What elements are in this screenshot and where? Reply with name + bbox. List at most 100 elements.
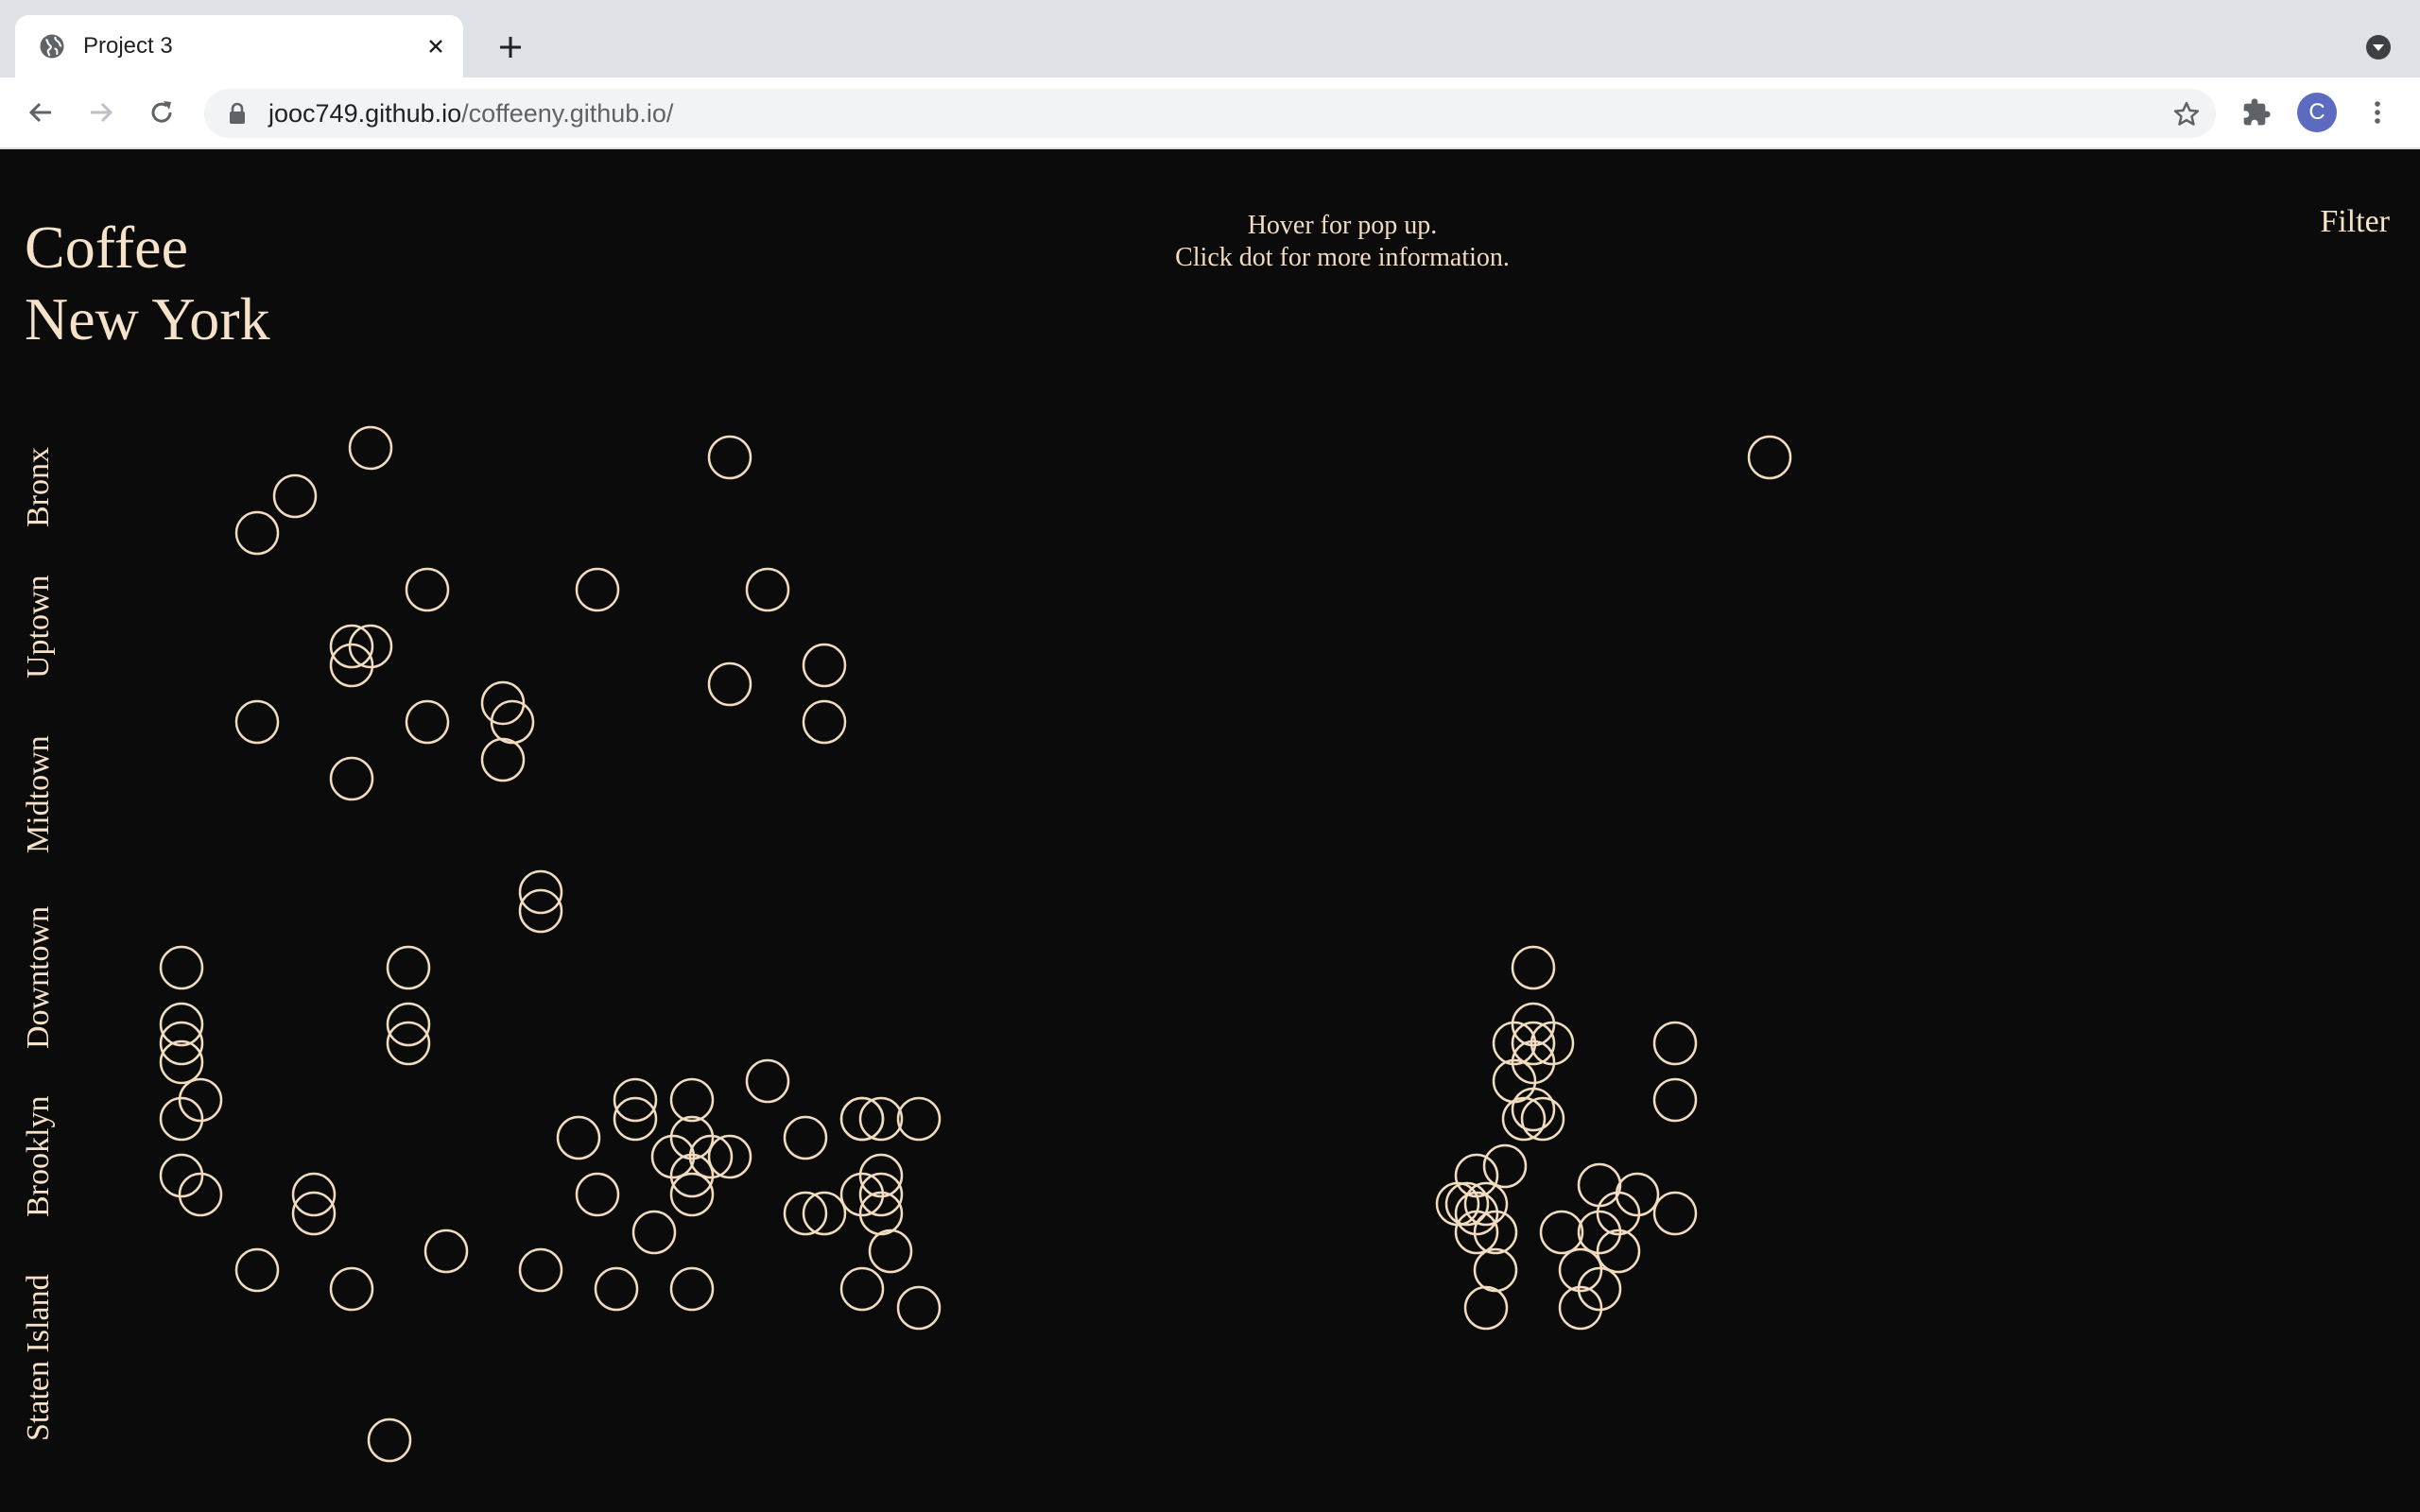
coffee-shop-dot[interactable]	[159, 1096, 204, 1142]
coffee-shop-dot[interactable]	[1577, 1210, 1622, 1255]
coffee-shop-dot[interactable]	[669, 1077, 715, 1123]
coffee-shop-dot[interactable]	[1473, 1210, 1518, 1255]
coffee-shop-dot[interactable]	[839, 1266, 885, 1312]
coffee-shop-dot[interactable]	[159, 1021, 204, 1066]
coffee-shop-dot[interactable]	[329, 624, 374, 669]
avatar[interactable]: C	[2297, 93, 2337, 132]
forward-icon[interactable]	[83, 94, 119, 130]
coffee-shop-dot[interactable]	[594, 1266, 639, 1312]
coffee-shop-dot[interactable]	[745, 567, 790, 612]
coffee-shop-dot[interactable]	[367, 1418, 412, 1463]
coffee-shop-dot[interactable]	[575, 567, 620, 612]
coffee-shop-dot[interactable]	[858, 1096, 904, 1142]
tab-search-icon[interactable]	[2358, 30, 2399, 64]
coffee-shop-dot[interactable]	[1747, 435, 1792, 480]
browser-tab[interactable]: Project 3	[15, 15, 463, 77]
coffee-shop-dot[interactable]	[650, 1134, 696, 1179]
coffee-shop-dot[interactable]	[802, 643, 847, 688]
close-icon[interactable]	[420, 30, 452, 62]
coffee-shop-dot[interactable]	[802, 1191, 847, 1236]
coffee-shop-dot[interactable]	[1652, 1021, 1698, 1066]
coffee-shop-dot[interactable]	[669, 1266, 715, 1312]
coffee-shop-dot[interactable]	[613, 1077, 658, 1123]
coffee-shop-dot[interactable]	[669, 1153, 715, 1198]
coffee-shop-dot[interactable]	[291, 1191, 337, 1236]
coffee-shop-dot[interactable]	[896, 1096, 942, 1142]
coffee-shop-dot[interactable]	[386, 1002, 431, 1047]
coffee-shop-dot[interactable]	[234, 1247, 280, 1293]
coffee-shop-dot[interactable]	[896, 1285, 942, 1331]
coffee-shop-dot[interactable]	[1511, 1040, 1556, 1085]
coffee-shop-dot[interactable]	[1454, 1210, 1499, 1255]
coffee-shop-dot[interactable]	[234, 699, 280, 745]
coffee-shop-dot[interactable]	[518, 869, 563, 915]
coffee-shop-dot[interactable]	[783, 1191, 828, 1236]
plus-icon[interactable]	[490, 28, 531, 66]
coffee-shop-dot[interactable]	[707, 1134, 752, 1179]
coffee-shop-dot[interactable]	[1501, 1096, 1547, 1142]
coffee-shop-dot[interactable]	[1511, 945, 1556, 990]
coffee-shop-dot[interactable]	[291, 1172, 337, 1217]
coffee-shop-dot[interactable]	[234, 510, 280, 556]
coffee-shop-dot[interactable]	[1596, 1191, 1641, 1236]
coffee-shop-dot[interactable]	[669, 1115, 715, 1160]
coffee-shop-dot[interactable]	[518, 1247, 563, 1293]
coffee-shop-dot[interactable]	[178, 1077, 223, 1123]
coffee-shop-dot[interactable]	[575, 1172, 620, 1217]
coffee-shop-dot[interactable]	[480, 737, 526, 782]
coffee-shop-dot[interactable]	[348, 624, 393, 669]
coffee-shop-dot[interactable]	[858, 1172, 904, 1217]
coffee-shop-dot[interactable]	[1558, 1247, 1603, 1293]
coffee-shop-dot[interactable]	[707, 662, 752, 707]
coffee-shop-dot[interactable]	[839, 1096, 885, 1142]
coffee-shop-dot[interactable]	[1511, 1002, 1556, 1047]
coffee-shop-dot[interactable]	[1473, 1247, 1518, 1293]
coffee-shop-dot[interactable]	[272, 473, 318, 519]
coffee-shop-dot[interactable]	[868, 1228, 913, 1274]
coffee-shop-dot[interactable]	[707, 435, 752, 480]
coffee-shop-dot[interactable]	[1652, 1077, 1698, 1123]
coffee-shop-dot[interactable]	[1492, 1058, 1537, 1104]
coffee-shop-dot[interactable]	[858, 1191, 904, 1236]
coffee-shop-dot[interactable]	[405, 699, 450, 745]
coffee-shop-dot[interactable]	[405, 567, 450, 612]
coffee-shop-dot[interactable]	[1482, 1143, 1528, 1189]
coffee-shop-dot[interactable]	[159, 1002, 204, 1047]
coffee-shop-dot[interactable]	[1454, 1153, 1499, 1198]
reload-icon[interactable]	[144, 94, 180, 130]
coffee-shop-dot[interactable]	[802, 699, 847, 745]
coffee-shop-dot[interactable]	[178, 1172, 223, 1217]
coffee-shop-dot[interactable]	[386, 945, 431, 990]
coffee-shop-dot[interactable]	[1558, 1285, 1603, 1331]
coffee-shop-dot[interactable]	[745, 1058, 790, 1104]
coffee-shop-dot[interactable]	[1530, 1021, 1575, 1066]
coffee-shop-dot[interactable]	[424, 1228, 469, 1274]
puzzle-icon[interactable]	[2238, 94, 2274, 130]
coffee-shop-dot[interactable]	[1615, 1172, 1660, 1217]
coffee-shop-dot[interactable]	[1444, 1181, 1490, 1227]
coffee-shop-dot[interactable]	[329, 1266, 374, 1312]
coffee-shop-dot[interactable]	[386, 1021, 431, 1066]
coffee-shop-dot[interactable]	[1577, 1266, 1622, 1312]
more-icon[interactable]	[2360, 94, 2395, 130]
coffee-shop-dot[interactable]	[1596, 1228, 1641, 1274]
coffee-shop-dot[interactable]	[688, 1134, 734, 1179]
coffee-shop-dot[interactable]	[1511, 1087, 1556, 1132]
address-bar[interactable]: jooc749.github.io/coffeeny.github.io/	[204, 89, 2216, 138]
coffee-shop-dot[interactable]	[329, 643, 374, 688]
coffee-shop-dot[interactable]	[858, 1153, 904, 1198]
back-icon[interactable]	[23, 94, 59, 130]
coffee-shop-dot[interactable]	[556, 1115, 601, 1160]
coffee-shop-dot[interactable]	[1652, 1191, 1698, 1236]
coffee-shop-dot[interactable]	[783, 1115, 828, 1160]
star-icon[interactable]	[2172, 100, 2201, 129]
coffee-shop-dot[interactable]	[1577, 1162, 1622, 1208]
coffee-shop-dot[interactable]	[839, 1172, 885, 1217]
coffee-shop-dot[interactable]	[1539, 1210, 1584, 1255]
coffee-shop-dot[interactable]	[159, 1040, 204, 1085]
coffee-shop-dot[interactable]	[613, 1096, 658, 1142]
coffee-shop-dot[interactable]	[518, 888, 563, 934]
coffee-shop-dot[interactable]	[1511, 1021, 1556, 1066]
coffee-shop-dot[interactable]	[348, 425, 393, 471]
coffee-shop-dot[interactable]	[669, 1172, 715, 1217]
